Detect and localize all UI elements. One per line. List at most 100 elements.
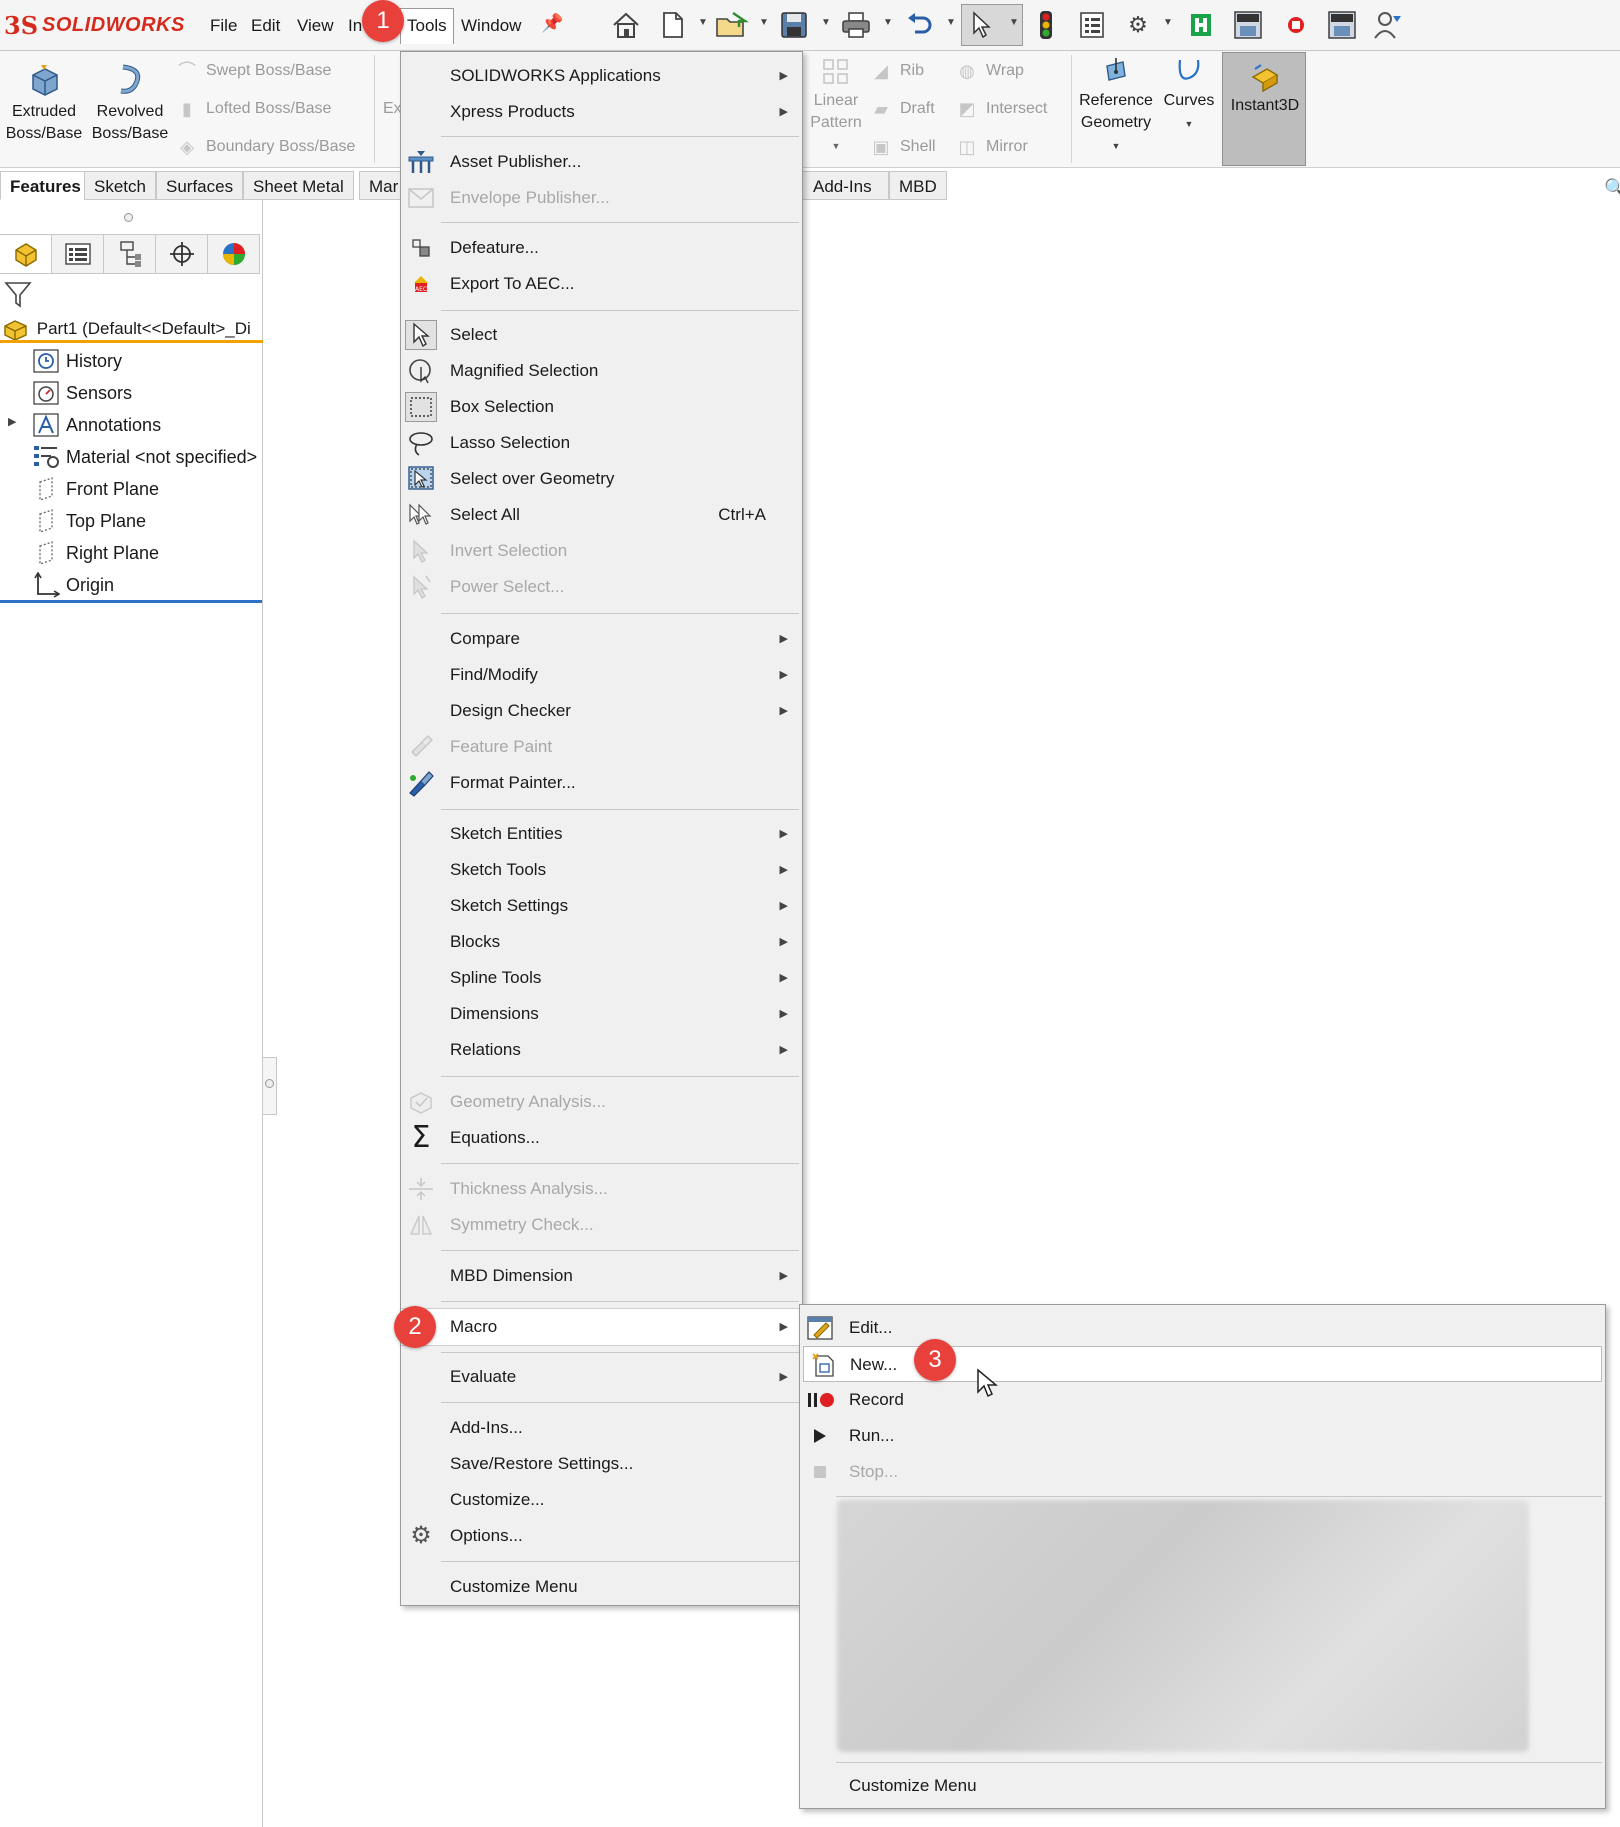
- menu-file[interactable]: File: [210, 12, 237, 40]
- macro-item-edit[interactable]: Edit...: [800, 1310, 1605, 1346]
- menu-insert[interactable]: In: [348, 12, 362, 40]
- chevron-down-icon[interactable]: ▼: [759, 17, 769, 28]
- menu-edit[interactable]: Edit: [251, 12, 280, 40]
- draft-button[interactable]: ▰ Draft: [870, 96, 935, 122]
- chevron-down-icon[interactable]: ▼: [1009, 17, 1019, 28]
- tree-item-sensors[interactable]: Sensors: [32, 378, 132, 408]
- splitter-grip-icon[interactable]: [265, 1079, 274, 1088]
- chevron-down-icon[interactable]: ▼: [946, 17, 956, 28]
- property-manager-tab[interactable]: [52, 235, 104, 273]
- menu-item-mbd-dimension[interactable]: MBD Dimension ▶: [401, 1258, 802, 1294]
- tab-addins[interactable]: Add-Ins: [801, 171, 889, 200]
- menu-item-compare[interactable]: Compare ▶: [401, 621, 802, 657]
- user-settings-icon[interactable]: [1371, 8, 1405, 42]
- tab-surfaces[interactable]: Surfaces: [156, 171, 244, 200]
- instant3d-button[interactable]: Instant3D: [1222, 52, 1306, 166]
- menu-item-asset-publisher[interactable]: Asset Publisher...: [401, 144, 802, 180]
- menu-window[interactable]: Window: [461, 12, 521, 40]
- menu-item-select[interactable]: Select: [401, 317, 802, 353]
- wrap-button[interactable]: ◍ Wrap: [956, 58, 1024, 84]
- chevron-down-icon[interactable]: ▼: [883, 17, 893, 28]
- menu-tools[interactable]: Tools: [400, 8, 454, 44]
- menu-item-select-over-geometry[interactable]: Select over Geometry: [401, 461, 802, 497]
- record-stop-icon[interactable]: [1279, 8, 1313, 42]
- gear-icon[interactable]: ⚙: [1121, 8, 1155, 42]
- panel-collapse-handle[interactable]: [124, 213, 133, 222]
- reference-geometry-button[interactable]: Reference Geometry ▼: [1073, 56, 1159, 157]
- lofted-boss-button[interactable]: ▮ Lofted Boss/Base: [176, 96, 331, 122]
- menu-view[interactable]: View: [297, 12, 334, 40]
- mirror-button[interactable]: ◫ Mirror: [956, 134, 1027, 160]
- menu-item-add-ins[interactable]: Add-Ins...: [401, 1410, 802, 1446]
- print-icon[interactable]: [839, 8, 873, 42]
- tree-item-origin[interactable]: Origin: [32, 570, 114, 600]
- expand-arrow-icon[interactable]: ▶: [8, 415, 16, 428]
- menu-item-find-modify[interactable]: Find/Modify ▶: [401, 657, 802, 693]
- curves-button[interactable]: Curves ▼: [1160, 56, 1218, 135]
- menu-item-design-checker[interactable]: Design Checker ▶: [401, 693, 802, 729]
- tree-item-material[interactable]: Material <not specified>: [32, 442, 257, 472]
- display-manager-tab[interactable]: [208, 235, 260, 273]
- tab-mbd[interactable]: MBD: [889, 171, 947, 200]
- menu-item-blocks[interactable]: Blocks ▶: [401, 924, 802, 960]
- menu-item-save-restore-settings[interactable]: Save/Restore Settings...: [401, 1446, 802, 1482]
- new-document-icon[interactable]: [656, 8, 690, 42]
- menu-item-customize-menu[interactable]: Customize Menu: [401, 1569, 802, 1605]
- configuration-manager-tab[interactable]: [104, 235, 156, 273]
- extruded-boss-button[interactable]: Extruded Boss/Base: [2, 63, 86, 145]
- tree-item-history[interactable]: History: [32, 346, 122, 376]
- pin-icon[interactable]: 📌: [541, 13, 563, 34]
- chevron-down-icon[interactable]: ▼: [821, 17, 831, 28]
- tab-mark-partial[interactable]: Mar: [359, 171, 401, 200]
- hat-icon[interactable]: [1184, 8, 1218, 42]
- stl-export-icon[interactable]: [1231, 8, 1265, 42]
- rib-button[interactable]: ◢ Rib: [870, 58, 924, 84]
- solidworks-logo[interactable]: 3S SOLIDWORKS: [4, 10, 185, 40]
- menu-item-sketch-settings[interactable]: Sketch Settings ▶: [401, 888, 802, 924]
- tree-root-part[interactable]: Part1 (Default<<Default>_Di: [0, 315, 263, 343]
- menu-item-format-painter[interactable]: Format Painter...: [401, 765, 802, 801]
- save-icon[interactable]: [777, 8, 811, 42]
- menu-item-select-all[interactable]: Select All Ctrl+A: [401, 497, 802, 533]
- extruded-cut-partial[interactable]: Ex: [383, 96, 402, 122]
- macro-item-run[interactable]: Run...: [800, 1418, 1605, 1454]
- search-icon[interactable]: 🔍: [1604, 178, 1620, 199]
- menu-item-solidworks-applications[interactable]: SOLIDWORKS Applications ▶: [401, 58, 802, 94]
- menu-item-equations[interactable]: Σ Equations...: [401, 1120, 802, 1156]
- tree-item-top-plane[interactable]: Top Plane: [32, 506, 146, 536]
- shell-button[interactable]: ▣ Shell: [870, 134, 935, 160]
- boundary-boss-button[interactable]: ◈ Boundary Boss/Base: [176, 134, 355, 160]
- home-icon[interactable]: [609, 8, 643, 42]
- menu-item-sketch-tools[interactable]: Sketch Tools ▶: [401, 852, 802, 888]
- swept-boss-button[interactable]: ⌒ Swept Boss/Base: [176, 58, 331, 84]
- menu-item-dimensions[interactable]: Dimensions ▶: [401, 996, 802, 1032]
- menu-item-options[interactable]: ⚙ Options...: [401, 1518, 802, 1554]
- menu-item-evaluate[interactable]: Evaluate ▶: [401, 1359, 802, 1395]
- dimxpert-manager-tab[interactable]: [156, 235, 208, 273]
- chevron-down-icon[interactable]: ▼: [832, 141, 841, 151]
- file-properties-icon[interactable]: [1075, 8, 1109, 42]
- macro-item-customize-menu[interactable]: Customize Menu: [800, 1768, 1605, 1804]
- step-export-icon[interactable]: [1325, 8, 1359, 42]
- macro-item-record[interactable]: Record: [800, 1382, 1605, 1418]
- chevron-down-icon[interactable]: ▼: [1163, 17, 1173, 28]
- menu-item-spline-tools[interactable]: Spline Tools ▶: [401, 960, 802, 996]
- menu-item-relations[interactable]: Relations ▶: [401, 1032, 802, 1068]
- featuremanager-tree-tab[interactable]: [0, 235, 52, 273]
- select-arrow-icon[interactable]: [965, 8, 999, 42]
- linear-pattern-button[interactable]: Linear Pattern ▼: [805, 58, 867, 157]
- menu-item-macro[interactable]: Macro ▶: [401, 1308, 802, 1346]
- menu-item-export-to-aec[interactable]: AEC Export To AEC...: [401, 266, 802, 302]
- chevron-down-icon[interactable]: ▼: [698, 17, 708, 28]
- menu-item-lasso-selection[interactable]: Lasso Selection: [401, 425, 802, 461]
- intersect-button[interactable]: ◩ Intersect: [956, 96, 1047, 122]
- menu-item-magnified-selection[interactable]: Magnified Selection: [401, 353, 802, 389]
- menu-item-sketch-entities[interactable]: Sketch Entities ▶: [401, 816, 802, 852]
- tab-sketch[interactable]: Sketch: [84, 171, 156, 200]
- tab-sheet-metal[interactable]: Sheet Metal: [243, 171, 354, 200]
- menu-item-defeature[interactable]: Defeature...: [401, 230, 802, 266]
- tree-item-front-plane[interactable]: Front Plane: [32, 474, 159, 504]
- tab-features[interactable]: Features: [0, 171, 91, 200]
- undo-icon[interactable]: [902, 8, 936, 42]
- filter-icon[interactable]: [4, 280, 32, 313]
